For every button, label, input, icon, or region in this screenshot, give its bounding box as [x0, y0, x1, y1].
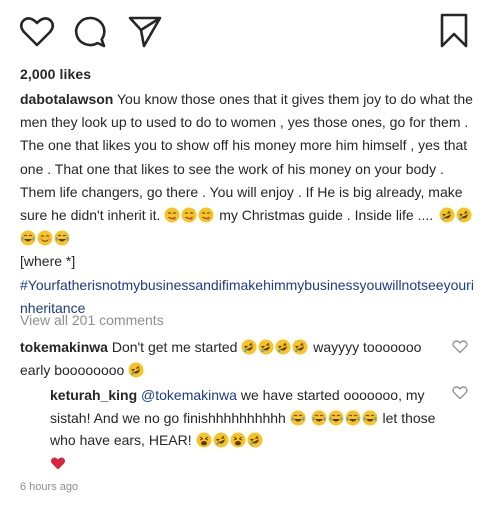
rofl-emoji-icon — [456, 207, 472, 223]
joy-emoji-icon — [311, 410, 327, 426]
likes-count[interactable]: 2,000 likes — [20, 66, 91, 82]
rofl-emoji-icon — [241, 339, 257, 355]
rofl-emoji-icon — [128, 362, 144, 378]
comment-icon[interactable] — [73, 15, 107, 49]
comment-text: Don't get me started — [111, 339, 238, 355]
yum-emoji-icon — [198, 207, 214, 223]
comment-username[interactable]: tokemakinwa — [20, 339, 108, 355]
post-timestamp: 6 hours ago — [20, 481, 79, 493]
rofl-emoji-icon — [275, 339, 291, 355]
action-bar — [0, 0, 490, 62]
rofl-emoji-icon — [213, 432, 229, 448]
view-all-comments-link[interactable]: View all 201 comments — [20, 312, 164, 328]
comment-username[interactable]: keturah_king — [50, 387, 137, 403]
rofl-emoji-icon — [439, 207, 455, 223]
red-heart-emoji-icon — [50, 455, 66, 471]
joy-emoji-icon — [54, 230, 70, 246]
share-icon[interactable] — [127, 15, 163, 49]
post-caption: dabotalawson You know those ones that it… — [20, 88, 478, 320]
weary-emoji-icon — [230, 432, 246, 448]
comment-like-heart-icon[interactable] — [452, 339, 468, 354]
caption-username[interactable]: dabotalawson — [20, 91, 113, 107]
comment-item: tokemakinwa Don't get me started wayyyy … — [20, 336, 430, 381]
blush-emoji-icon — [37, 230, 53, 246]
reply-comment-item: keturah_king @tokemakinwa we have starte… — [50, 384, 440, 474]
rofl-emoji-icon — [247, 432, 263, 448]
rofl-emoji-icon — [292, 339, 308, 355]
rofl-emoji-icon — [258, 339, 274, 355]
bookmark-icon[interactable] — [439, 13, 469, 49]
joy-emoji-icon — [20, 230, 36, 246]
comment-mention[interactable]: @tokemakinwa — [141, 387, 237, 403]
heart-icon[interactable] — [19, 16, 55, 48]
caption-where: [where *] — [20, 253, 76, 270]
weary-emoji-icon — [196, 432, 212, 448]
joy-emoji-icon — [328, 410, 344, 426]
joy-emoji-icon — [362, 410, 378, 426]
comment-like-heart-icon[interactable] — [452, 385, 468, 400]
yum-emoji-icon — [181, 207, 197, 223]
caption-guide-text: my Christmas guide . Inside life .... — [219, 207, 434, 224]
caption-text: You know those ones that it gives them j… — [20, 91, 473, 224]
joy-emoji-icon — [290, 410, 306, 426]
joy-emoji-icon — [345, 410, 361, 426]
yum-emoji-icon — [164, 207, 180, 223]
